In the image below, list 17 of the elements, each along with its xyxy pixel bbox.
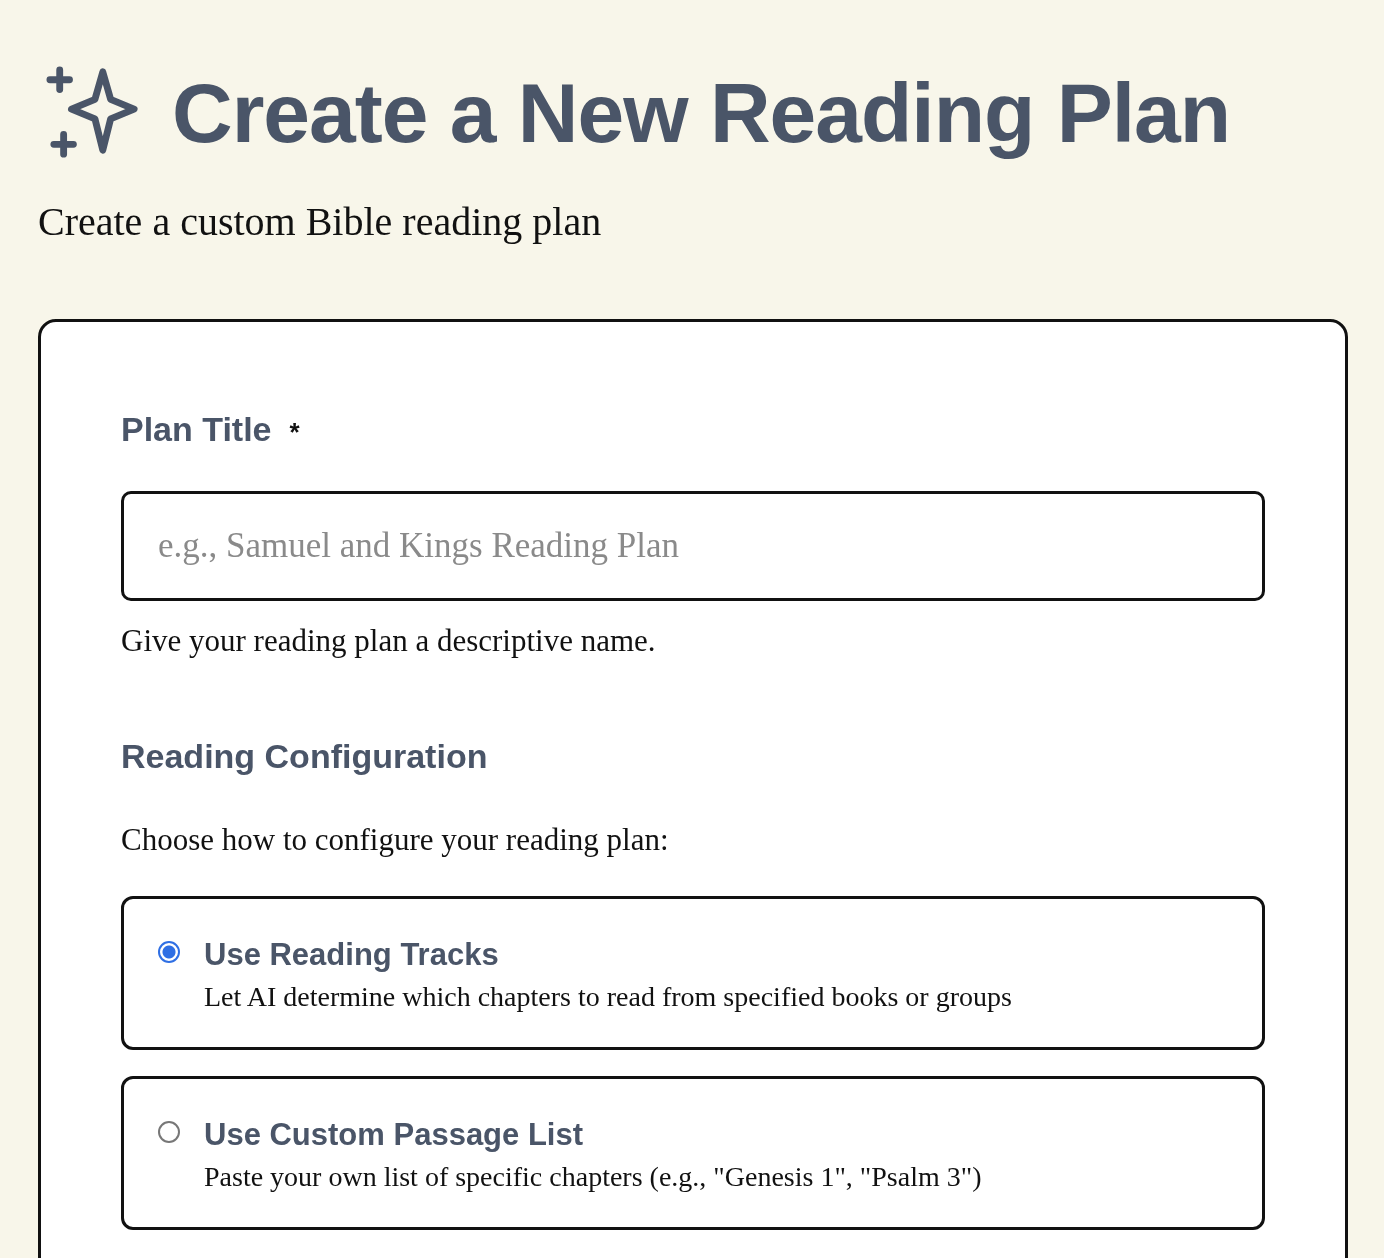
option-description: Let AI determine which chapters to read from specified books or groups <box>204 981 1012 1013</box>
required-mark: * <box>289 417 300 448</box>
radio-button[interactable] <box>158 1121 180 1143</box>
option-description: Paste your own list of specific chapters (e.g., "Genesis 1", "Psalm 3") <box>204 1161 982 1193</box>
field-label: Plan Title <box>121 410 272 449</box>
page-subtitle: Create a custom Bible reading plan <box>38 198 603 245</box>
radio-button[interactable] <box>158 941 180 963</box>
section-prompt: Choose how to configure your reading plan: <box>121 822 670 858</box>
page-title: Create a New Reading Plan <box>172 66 1231 160</box>
option-card[interactable]: Use Reading Tracks Let AI determine which chapters to read from specified books or groups <box>121 896 1265 1050</box>
option-label: Use Reading Tracks <box>204 937 500 973</box>
plan-title-input[interactable]: e.g., Samuel and Kings Reading Plan <box>121 491 1265 601</box>
help-text: Give your reading plan a descriptive name. <box>121 623 657 659</box>
section-heading: Reading Configuration <box>121 737 489 776</box>
option-card[interactable]: Use Custom Passage List Paste your own list of specific chapters (e.g., "Genesis 1", "Psalm 3") <box>121 1076 1265 1230</box>
option-label: Use Custom Passage List <box>204 1117 585 1153</box>
sparkles-icon <box>46 66 140 160</box>
